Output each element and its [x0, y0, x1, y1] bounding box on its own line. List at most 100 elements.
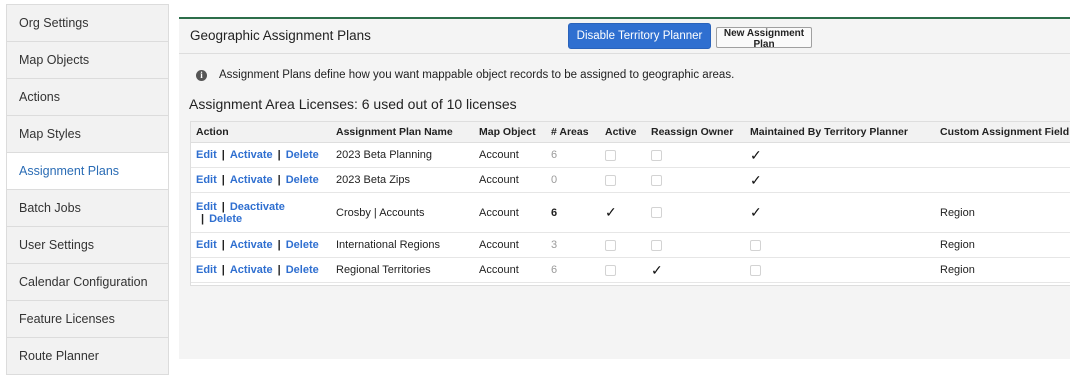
delete-link[interactable]: Delete: [286, 149, 319, 161]
column-header-areas: # Areas: [546, 122, 600, 143]
table-header-row: Action Assignment Plan Name Map Object # Ar…: [191, 122, 1070, 143]
sidebar-item-org-settings[interactable]: Org Settings: [7, 5, 168, 42]
edit-link[interactable]: Edit: [196, 201, 217, 213]
action-separator: |: [277, 149, 281, 161]
maintained-by-territory-planner-cell: ✓: [745, 192, 935, 233]
reassign-owner-cell: [646, 232, 745, 258]
edit-link[interactable]: Edit: [196, 149, 217, 161]
license-summary: Assignment Area Licenses: 6 used out of …: [189, 96, 517, 112]
info-icon: i: [196, 69, 207, 81]
action-separator: |: [221, 174, 225, 186]
areas-cell: 6: [546, 142, 600, 168]
column-header-custom-assignment-field: Custom Assignment Field: [935, 122, 1070, 143]
custom-assignment-field-cell: Region: [935, 232, 1070, 258]
map-object-cell: Account: [474, 167, 546, 193]
active-cell: [600, 142, 646, 168]
sidebar: Org Settings Map Objects Actions Map Styles…: [6, 4, 169, 375]
map-object-cell: Account: [474, 257, 546, 283]
active-checkbox[interactable]: [605, 149, 616, 161]
panel-header: Geographic Assignment Plans Disable Terr…: [179, 19, 1070, 54]
column-header-active: Active: [600, 122, 646, 143]
disable-territory-planner-button[interactable]: Disable Territory Planner: [568, 23, 711, 49]
reassign-owner-checkbox[interactable]: [651, 239, 662, 251]
delete-link[interactable]: Delete: [209, 213, 242, 225]
map-object-cell: Account: [474, 142, 546, 168]
activate-link[interactable]: Activate: [230, 239, 273, 251]
reassign-owner-cell: [646, 167, 745, 193]
table-row: Edit | Activate | Delete International Region…: [191, 232, 1070, 258]
sidebar-item-calendar-configuration[interactable]: Calendar Configuration: [7, 264, 168, 301]
map-object-cell: Account: [474, 232, 546, 258]
reassign-owner-checkbox[interactable]: [651, 174, 662, 186]
reassign-owner-checkbox[interactable]: [651, 207, 662, 219]
maintained-by-territory-planner-cell: ✓: [745, 142, 935, 168]
checkmark-icon: ✓: [651, 261, 663, 278]
checkmark-icon: ✓: [750, 146, 762, 163]
custom-assignment-field-cell: [935, 167, 1070, 193]
delete-link[interactable]: Delete: [286, 264, 319, 276]
action-separator: |: [201, 212, 205, 225]
activate-link[interactable]: Activate: [230, 174, 273, 186]
sidebar-item-feature-licenses[interactable]: Feature Licenses: [7, 301, 168, 338]
plan-name-cell: Crosby | Accounts: [331, 192, 474, 233]
sidebar-item-assignment-plans[interactable]: Assignment Plans: [7, 153, 168, 190]
plan-name-cell: Regional Territories: [331, 257, 474, 283]
action-separator: |: [277, 264, 281, 276]
action-separator: |: [221, 149, 225, 161]
edit-link[interactable]: Edit: [196, 239, 217, 251]
delete-link[interactable]: Delete: [286, 239, 319, 251]
edit-link[interactable]: Edit: [196, 174, 217, 186]
reassign-owner-cell: [646, 192, 745, 233]
action-separator: |: [221, 239, 225, 251]
sidebar-item-route-planner[interactable]: Route Planner: [7, 338, 168, 375]
sidebar-item-map-styles[interactable]: Map Styles: [7, 116, 168, 153]
action-cell: Edit | Deactivate | Delete: [191, 192, 331, 233]
active-checkbox[interactable]: [605, 264, 616, 276]
areas-cell: 6: [546, 192, 600, 233]
action-cell: Edit | Activate | Delete: [191, 167, 331, 193]
active-cell: [600, 232, 646, 258]
maintained-by-territory-planner-cell: [745, 232, 935, 258]
reassign-owner-cell: ✓: [646, 257, 745, 283]
action-separator: |: [221, 200, 225, 213]
column-header-maintained-by-territory-planner: Maintained By Territory Planner: [745, 122, 935, 143]
custom-assignment-field-cell: [935, 142, 1070, 168]
activate-link[interactable]: Activate: [230, 264, 273, 276]
assignment-plans-table: Action Assignment Plan Name Map Object # Ar…: [190, 121, 1070, 286]
action-cell: Edit | Activate | Delete: [191, 232, 331, 258]
sidebar-item-actions[interactable]: Actions: [7, 79, 168, 116]
page-title: Geographic Assignment Plans: [190, 28, 371, 43]
active-checkbox[interactable]: [605, 239, 616, 251]
action-separator: |: [277, 239, 281, 251]
table-row: Edit | Deactivate | Delete Crosby | Accounts A…: [191, 192, 1070, 233]
sidebar-item-batch-jobs[interactable]: Batch Jobs: [7, 190, 168, 227]
reassign-owner-checkbox[interactable]: [651, 149, 662, 161]
sidebar-item-user-settings[interactable]: User Settings: [7, 227, 168, 264]
table-row: Edit | Activate | Delete Regional Territories…: [191, 257, 1070, 283]
activate-link[interactable]: Activate: [230, 149, 273, 161]
sidebar-item-map-objects[interactable]: Map Objects: [7, 42, 168, 79]
action-cell: Edit | Activate | Delete: [191, 142, 331, 168]
areas-cell: 0: [546, 167, 600, 193]
new-assignment-plan-button[interactable]: New Assignment Plan: [716, 27, 812, 50]
action-separator: |: [221, 264, 225, 276]
maintained-by-territory-planner-cell: [745, 257, 935, 283]
reassign-owner-cell: [646, 142, 745, 168]
info-message: i Assignment Plans define how you want m…: [196, 69, 734, 81]
column-header-map-object: Map Object: [474, 122, 546, 143]
column-header-reassign-owner: Reassign Owner: [646, 122, 745, 143]
maintained-by-territory-planner-checkbox[interactable]: [750, 239, 761, 251]
active-cell: ✓: [600, 192, 646, 233]
action-separator: |: [277, 174, 281, 186]
maintained-by-territory-planner-checkbox[interactable]: [750, 264, 761, 276]
plan-name-cell: 2023 Beta Planning: [331, 142, 474, 168]
map-object-cell: Account: [474, 192, 546, 233]
table-row: Edit | Activate | Delete 2023 Beta Zips Accoun…: [191, 167, 1070, 193]
custom-assignment-field-cell: Region: [935, 192, 1070, 233]
table-row: Edit | Activate | Delete 2023 Beta Planning Ac…: [191, 142, 1070, 168]
delete-link[interactable]: Delete: [286, 174, 319, 186]
active-checkbox[interactable]: [605, 174, 616, 186]
active-cell: [600, 257, 646, 283]
edit-link[interactable]: Edit: [196, 264, 217, 276]
deactivate-link[interactable]: Deactivate: [230, 201, 285, 213]
